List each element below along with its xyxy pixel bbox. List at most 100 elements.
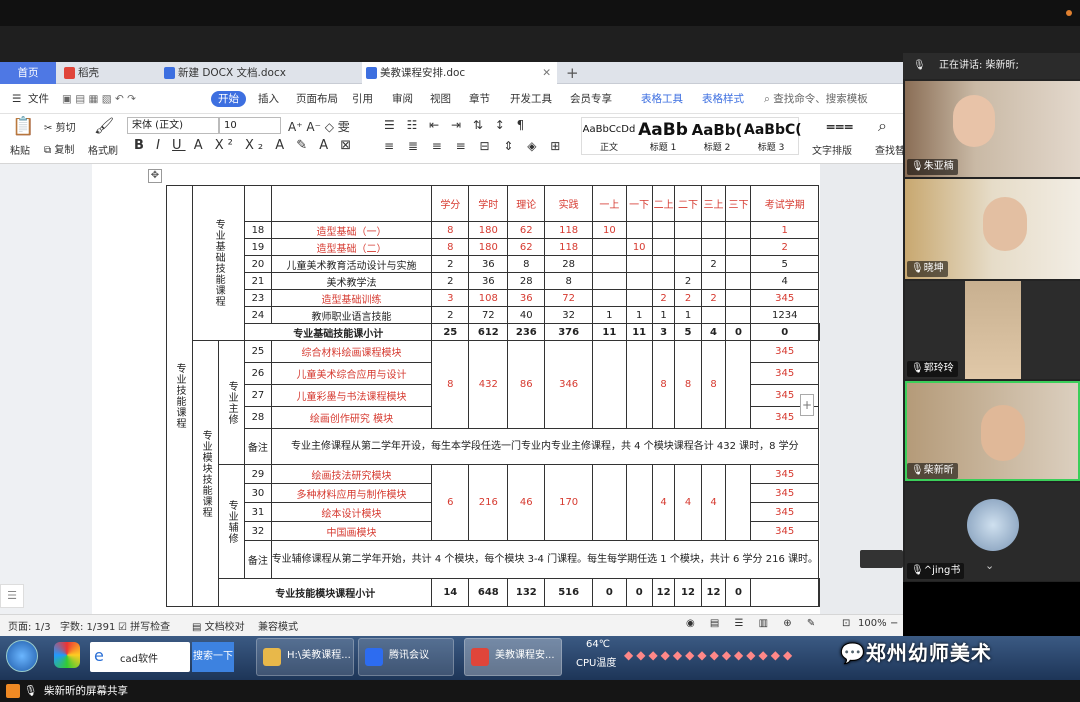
table-cell[interactable] (651, 272, 676, 290)
row-number[interactable]: 20 (244, 255, 272, 273)
table-cell[interactable] (818, 578, 820, 607)
menu-dev-tools[interactable]: 开发工具 (510, 84, 552, 114)
table-cell[interactable] (592, 272, 627, 290)
floating-control[interactable] (860, 550, 903, 568)
table-cell[interactable] (270, 185, 433, 222)
row-number[interactable]: 28 (244, 406, 272, 429)
find-replace-button[interactable]: 查找替 (875, 142, 905, 157)
search-box[interactable]: e cad软件 (90, 642, 190, 672)
table-cell[interactable]: 0 (725, 323, 752, 341)
paste-button[interactable]: 粘贴 (10, 142, 30, 157)
participant-video[interactable]: 🎙晓坤 (905, 179, 1080, 279)
menu-hamburger-icon[interactable]: ☰ (12, 84, 21, 114)
tab-active-doc[interactable]: 美教课程安排.doc ✕ (362, 62, 557, 84)
zoom-level[interactable]: 100% (858, 618, 887, 629)
header-cell[interactable]: 三下 (725, 185, 752, 222)
table-cell[interactable]: 4 (674, 464, 702, 541)
row-number[interactable]: 18 (244, 221, 272, 239)
paste-icon[interactable]: 📋 (12, 116, 34, 137)
format-painter-icon[interactable]: 🖌 (94, 116, 114, 135)
category-cell[interactable]: 专业基础技能课程 (192, 185, 246, 341)
exam-cell[interactable]: 345 (750, 464, 819, 484)
tab-home[interactable]: 首页 (0, 62, 56, 84)
course-name[interactable]: 中国画模块 (270, 521, 433, 541)
category-cell[interactable]: 专业模块技能课程 (192, 340, 220, 607)
menu-table-style[interactable]: 表格样式 (702, 84, 744, 114)
table-cell[interactable]: 0 (725, 578, 752, 607)
table-cell[interactable]: 12 (651, 578, 676, 607)
table-cell[interactable] (625, 340, 653, 429)
text-layout-icon[interactable]: ⩶ (826, 116, 853, 136)
table-cell[interactable]: 8 (431, 221, 470, 239)
table-cell[interactable] (725, 255, 752, 273)
table-cell[interactable] (651, 238, 676, 256)
table-cell[interactable]: 180 (468, 221, 509, 239)
paragraph-list-icons[interactable]: ☰ ☷ ⇤ ⇥ ⇅ ↕ ¶ (384, 118, 528, 132)
header-cell[interactable]: 考试学期 (750, 185, 819, 222)
table-cell[interactable]: 2 (700, 255, 727, 273)
course-name[interactable]: 造型基础（二） (270, 238, 433, 256)
exam-cell[interactable]: 1 (750, 221, 819, 239)
header-cell[interactable]: 实践 (544, 185, 594, 222)
copy-button[interactable]: ⧉ 复制 (44, 141, 74, 156)
search-command[interactable]: ⌕ 查找命令、搜索模板 (764, 84, 868, 114)
table-cell[interactable] (592, 289, 627, 307)
table-cell[interactable]: 2 (431, 306, 470, 324)
menu-table-tools[interactable]: 表格工具 (641, 84, 683, 114)
table-cell[interactable]: 1 (592, 306, 627, 324)
table-cell[interactable] (674, 255, 702, 273)
fit-icon[interactable]: ⊡ (842, 618, 850, 629)
table-cell[interactable]: 1 (674, 306, 702, 324)
course-name[interactable]: 绘画创作研究 模块 (270, 406, 433, 429)
table-cell[interactable] (625, 221, 653, 239)
table-cell[interactable]: 1 (651, 306, 676, 324)
table-cell[interactable]: 2 (674, 272, 702, 290)
table-cell[interactable]: 62 (507, 238, 546, 256)
table-cell[interactable] (750, 578, 819, 607)
exam-cell[interactable]: 345 (750, 362, 819, 385)
table-cell[interactable]: 2 (674, 289, 702, 307)
header-cell[interactable]: 一上 (592, 185, 627, 222)
font-name-select[interactable]: 宋体 (正文) (127, 117, 219, 134)
participant-video[interactable]: 🎙朱亚楠 (905, 81, 1080, 177)
table-cell[interactable]: 432 (468, 340, 509, 429)
course-name[interactable]: 综合材料绘画课程模块 (270, 340, 433, 363)
table-cell[interactable]: 8 (674, 340, 702, 429)
table-cell[interactable] (818, 323, 820, 341)
header-cell[interactable]: 学时 (468, 185, 509, 222)
align-icons[interactable]: ≡ ≣ ≡ ≡ ⊟ ⇕ ◈ ⊞ (384, 139, 565, 153)
table-cell[interactable]: 32 (544, 306, 594, 324)
exam-cell[interactable]: 345 (750, 521, 819, 541)
table-cell[interactable]: 46 (507, 464, 546, 541)
table-cell[interactable]: 40 (507, 306, 546, 324)
quick-tools-icons[interactable]: ▣ ▤ ▦ ▧ ↶ ↷ (62, 84, 136, 114)
menu-start[interactable]: 开始 (211, 91, 246, 107)
row-number[interactable]: 29 (244, 464, 272, 484)
table-cell[interactable]: 180 (468, 238, 509, 256)
table-cell[interactable]: 2 (431, 272, 470, 290)
row-number[interactable]: 24 (244, 306, 272, 324)
course-name[interactable]: 绘本设计模块 (270, 502, 433, 522)
menu-member[interactable]: 会员专享 (570, 84, 612, 114)
table-cell[interactable]: 8 (544, 272, 594, 290)
taskbar-meeting[interactable]: 腾讯会议 (358, 638, 454, 676)
table-cell[interactable]: 612 (468, 323, 509, 341)
table-cell[interactable] (651, 255, 676, 273)
table-cell[interactable] (592, 464, 627, 541)
table-cell[interactable]: 0 (750, 323, 819, 341)
chevron-down-icon[interactable]: ⌄ (985, 559, 994, 572)
table-cell[interactable]: 2 (431, 255, 470, 273)
table-cell[interactable] (725, 221, 752, 239)
table-cell[interactable]: 8 (507, 255, 546, 273)
new-tab-plus-icon[interactable]: + (562, 62, 586, 84)
row-number[interactable]: 32 (244, 521, 272, 541)
table-cell[interactable]: 62 (507, 221, 546, 239)
row-number[interactable]: 30 (244, 483, 272, 503)
table-cell[interactable]: 170 (544, 464, 594, 541)
table-move-handle-icon[interactable]: ✥ (148, 169, 162, 183)
category-cell[interactable]: 专业辅修 (218, 464, 246, 579)
table-cell[interactable] (674, 221, 702, 239)
table-cell[interactable]: 14 (431, 578, 470, 607)
spell-check[interactable]: ☑ 拼写检查 (118, 618, 170, 633)
table-cell[interactable]: 4 (700, 464, 727, 541)
